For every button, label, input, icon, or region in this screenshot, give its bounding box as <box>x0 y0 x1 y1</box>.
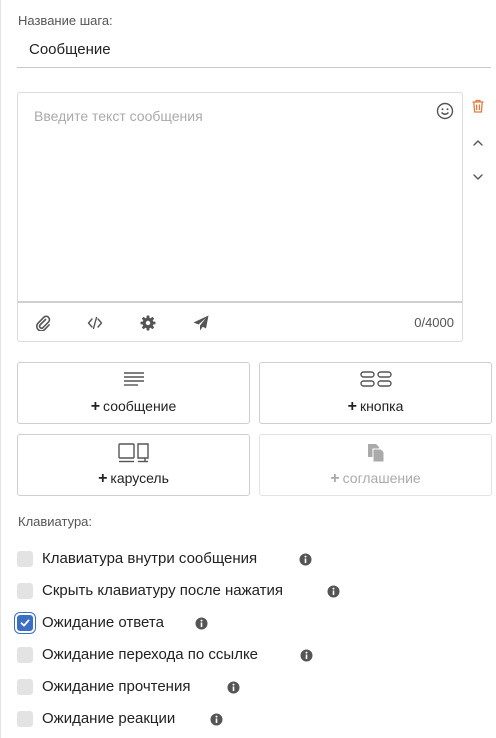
option-wait-reaction[interactable]: Ожидание реакции <box>17 710 232 730</box>
checkbox[interactable] <box>17 551 33 567</box>
left-border <box>0 0 1 738</box>
option-wait-answer[interactable]: Ожидание ответа <box>17 614 217 634</box>
option-label: Ожидание ответа <box>42 614 164 631</box>
option-label: Ожидание прочтения <box>42 678 191 695</box>
add-message-label: + сообщение <box>90 398 177 415</box>
option-label: Ожидание перехода по ссылке <box>42 646 259 663</box>
char-counter: 0/4000 <box>414 315 454 330</box>
info-icon[interactable] <box>299 553 312 566</box>
keyboard-section-label: Клавиатура: <box>18 514 93 529</box>
checkbox[interactable] <box>17 679 33 695</box>
checkbox-checked[interactable] <box>17 615 33 631</box>
checkbox[interactable] <box>17 583 33 599</box>
lines-icon <box>123 372 144 386</box>
checkbox[interactable] <box>17 647 33 663</box>
info-icon[interactable] <box>227 681 240 694</box>
option-label: Ожидание реакции <box>42 710 176 727</box>
add-message-button[interactable]: + сообщение <box>17 362 250 424</box>
add-button-button[interactable]: + кнопка <box>259 362 492 424</box>
step-name-value: Сообщение <box>29 41 111 58</box>
step-name-label: Название шага: <box>18 13 113 28</box>
checkmark-icon <box>20 619 30 627</box>
buttons-icon <box>359 371 392 387</box>
carousel-icon <box>117 443 149 463</box>
add-button-label: + кнопка <box>347 398 404 415</box>
option-wait-read[interactable]: Ожидание прочтения <box>17 678 247 698</box>
trash-icon[interactable] <box>471 99 485 113</box>
message-placeholder: Введите текст сообщения <box>34 108 203 124</box>
smiley-icon[interactable] <box>436 102 454 120</box>
gear-icon[interactable] <box>140 315 156 331</box>
option-label: Скрыть клавиатуру после нажатия <box>42 582 284 599</box>
add-agreement-label: + соглашение <box>330 470 421 487</box>
paperclip-icon[interactable] <box>35 315 51 331</box>
info-icon[interactable] <box>210 713 223 726</box>
option-wait-link[interactable]: Ожидание перехода по ссылке <box>17 646 327 666</box>
info-icon[interactable] <box>327 585 340 598</box>
documents-icon <box>367 444 384 463</box>
option-label: Клавиатура внутри сообщения <box>42 550 258 567</box>
add-agreement-button: + соглашение <box>259 434 492 496</box>
step-name-input[interactable]: Сообщение <box>17 36 491 68</box>
checkbox[interactable] <box>17 711 33 727</box>
info-icon[interactable] <box>195 617 208 630</box>
add-carousel-button[interactable]: + карусель <box>17 434 250 496</box>
option-keyboard-inside[interactable]: Клавиатура внутри сообщения <box>17 550 347 570</box>
message-editor[interactable]: Введите текст сообщения 0/4000 <box>17 92 463 342</box>
info-icon[interactable] <box>300 649 313 662</box>
option-hide-keyboard[interactable]: Скрыть клавиатуру после нажатия <box>17 582 357 602</box>
chevron-up-icon[interactable] <box>471 136 485 150</box>
chevron-down-icon[interactable] <box>471 170 485 184</box>
code-icon[interactable] <box>87 315 103 331</box>
send-icon[interactable] <box>193 315 209 331</box>
editor-toolbar: 0/4000 <box>18 301 462 343</box>
add-carousel-label: + карусель <box>98 470 169 487</box>
